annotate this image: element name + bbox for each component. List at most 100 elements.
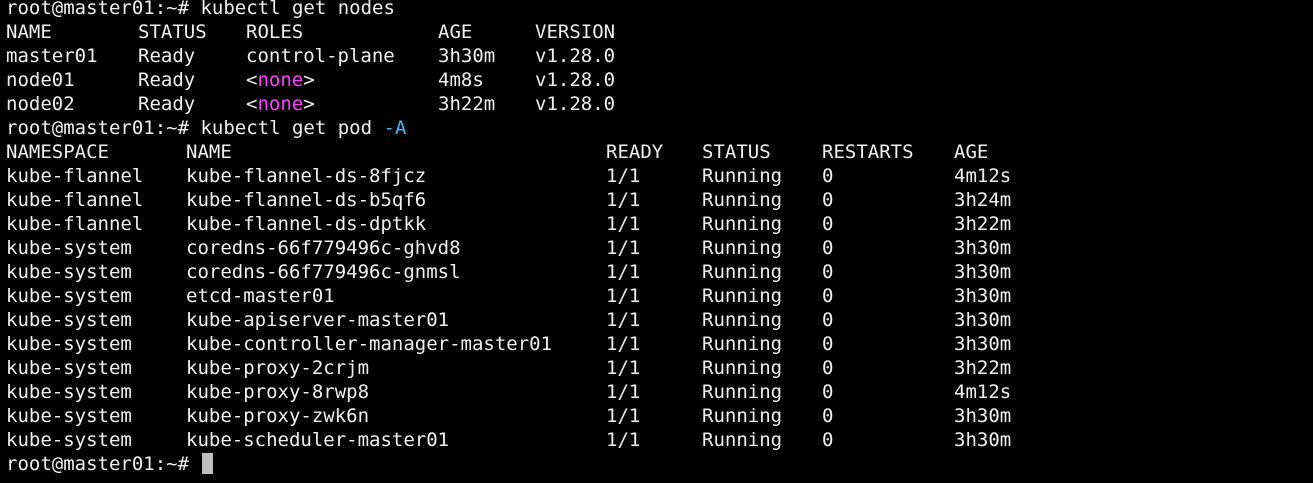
- pod-namespace: kube-system: [6, 381, 132, 403]
- pod-row: kube-system kube-proxy-8rwp8 1/1 Running 0 4m…: [6, 380, 1313, 404]
- pod-age: 3h22m: [954, 213, 1012, 235]
- node-row: node01 Ready <none> 4m8s v1.28.0: [6, 68, 1313, 92]
- command-line-get-pod: root@master01:~# kubectl get pod -A: [6, 116, 1313, 140]
- pod-restarts: 0: [822, 165, 834, 187]
- column-header-status: STATUS: [702, 141, 771, 163]
- command-text: kubectl get pod: [200, 117, 384, 139]
- node-role-none: none: [257, 69, 304, 91]
- column-header-age: AGE: [438, 21, 473, 43]
- shell-prompt: root@master01:~#: [6, 117, 201, 139]
- pod-row: kube-system kube-proxy-zwk6n 1/1 Running 0 3h…: [6, 404, 1313, 428]
- node-age: 3h30m: [438, 45, 496, 67]
- pod-ready: 1/1: [606, 237, 641, 259]
- pod-ready: 1/1: [606, 189, 641, 211]
- column-header-status: STATUS: [138, 21, 207, 43]
- pod-ready: 1/1: [606, 357, 641, 379]
- pod-restarts: 0: [822, 333, 834, 355]
- command-line-get-nodes: root@master01:~# kubectl get nodes: [6, 0, 1313, 20]
- pod-status: Running: [702, 357, 783, 379]
- pod-status: Running: [702, 189, 783, 211]
- pod-name: coredns-66f779496c-gnmsl: [186, 261, 461, 283]
- pod-age: 4m12s: [954, 381, 1012, 403]
- pod-ready: 1/1: [606, 429, 641, 451]
- node-roles: <none>: [246, 68, 438, 92]
- pod-row: kube-system kube-apiserver-master01 1/1 Run…: [6, 308, 1313, 332]
- column-header-name: NAME: [186, 141, 232, 163]
- pod-name: kube-scheduler-master01: [186, 429, 450, 451]
- pod-name: etcd-master01: [186, 285, 335, 307]
- pod-name: kube-proxy-8rwp8: [186, 381, 370, 403]
- pod-age: 3h30m: [954, 261, 1012, 283]
- node-role-close-bracket: >: [303, 69, 315, 91]
- node-row: master01 Ready control-plane 3h30m v1.28.0: [6, 44, 1313, 68]
- command-text: kubectl get nodes: [200, 0, 395, 19]
- pod-status: Running: [702, 309, 783, 331]
- column-header-ready: READY: [606, 141, 664, 163]
- pod-restarts: 0: [822, 357, 834, 379]
- pod-age: 3h30m: [954, 237, 1012, 259]
- pod-namespace: kube-flannel: [6, 189, 144, 211]
- active-prompt-line[interactable]: root@master01:~#: [6, 452, 1313, 476]
- pod-name: kube-flannel-ds-b5qf6: [186, 189, 427, 211]
- shell-prompt: root@master01:~#: [6, 0, 201, 19]
- pod-namespace: kube-flannel: [6, 165, 144, 187]
- pod-age: 4m12s: [954, 165, 1012, 187]
- pod-ready: 1/1: [606, 165, 641, 187]
- node-name: master01: [6, 45, 98, 67]
- pod-restarts: 0: [822, 429, 834, 451]
- pod-name: kube-flannel-ds-dptkk: [186, 213, 427, 235]
- pod-row: kube-system kube-scheduler-master01 1/1 Run…: [6, 428, 1313, 452]
- pod-status: Running: [702, 213, 783, 235]
- node-role-open-bracket: <: [246, 69, 258, 91]
- node-role-text: control-plane: [246, 45, 395, 67]
- pod-namespace: kube-system: [6, 237, 132, 259]
- node-role-close-bracket: >: [303, 93, 315, 115]
- pod-age: 3h30m: [954, 405, 1012, 427]
- pod-age: 3h30m: [954, 429, 1012, 451]
- pod-restarts: 0: [822, 285, 834, 307]
- node-age: 3h22m: [438, 93, 496, 115]
- pod-row: kube-system kube-controller-manager-maste…: [6, 332, 1313, 356]
- pod-name: kube-controller-manager-master01: [186, 333, 553, 355]
- text-cursor[interactable]: [202, 453, 214, 474]
- nodes-header-row: NAME STATUS ROLES AGE VERSION: [6, 20, 1313, 44]
- pod-name: kube-flannel-ds-8fjcz: [186, 165, 427, 187]
- pod-namespace: kube-flannel: [6, 213, 144, 235]
- terminal-window[interactable]: root@master01:~# kubectl get nodes NAME S…: [0, 0, 1313, 479]
- node-status: Ready: [138, 45, 196, 67]
- pod-status: Running: [702, 285, 783, 307]
- pods-header-row: NAMESPACE NAME READY STATUS RESTARTS AGE: [6, 140, 1313, 164]
- pod-age: 3h30m: [954, 285, 1012, 307]
- pod-namespace: kube-system: [6, 357, 132, 379]
- pod-row: kube-system kube-proxy-2crjm 1/1 Running 0 3h…: [6, 356, 1313, 380]
- pod-name: kube-proxy-zwk6n: [186, 405, 370, 427]
- pod-namespace: kube-system: [6, 285, 132, 307]
- pod-row: kube-flannel kube-flannel-ds-8fjcz 1/1 Runn…: [6, 164, 1313, 188]
- pod-ready: 1/1: [606, 405, 641, 427]
- pod-row: kube-flannel kube-flannel-ds-b5qf6 1/1 Runn…: [6, 188, 1313, 212]
- pod-status: Running: [702, 405, 783, 427]
- node-role-open-bracket: <: [246, 93, 258, 115]
- pod-ready: 1/1: [606, 261, 641, 283]
- column-header-roles: ROLES: [246, 21, 304, 43]
- pod-row: kube-system coredns-66f779496c-gnmsl 1/1 Ru…: [6, 260, 1313, 284]
- node-age: 4m8s: [438, 69, 484, 91]
- pod-status: Running: [702, 165, 783, 187]
- pod-name: kube-proxy-2crjm: [186, 357, 370, 379]
- pod-namespace: kube-system: [6, 309, 132, 331]
- node-version: v1.28.0: [535, 45, 616, 67]
- pod-namespace: kube-system: [6, 429, 132, 451]
- pod-age: 3h30m: [954, 333, 1012, 355]
- pod-namespace: kube-system: [6, 261, 132, 283]
- pod-ready: 1/1: [606, 213, 641, 235]
- command-flag: -A: [383, 117, 407, 139]
- pod-namespace: kube-system: [6, 333, 132, 355]
- pod-ready: 1/1: [606, 285, 641, 307]
- pod-ready: 1/1: [606, 333, 641, 355]
- pod-row: kube-system coredns-66f779496c-ghvd8 1/1 Ru…: [6, 236, 1313, 260]
- pod-status: Running: [702, 261, 783, 283]
- pod-restarts: 0: [822, 405, 834, 427]
- node-version: v1.28.0: [535, 93, 616, 115]
- pod-status: Running: [702, 381, 783, 403]
- pod-restarts: 0: [822, 261, 834, 283]
